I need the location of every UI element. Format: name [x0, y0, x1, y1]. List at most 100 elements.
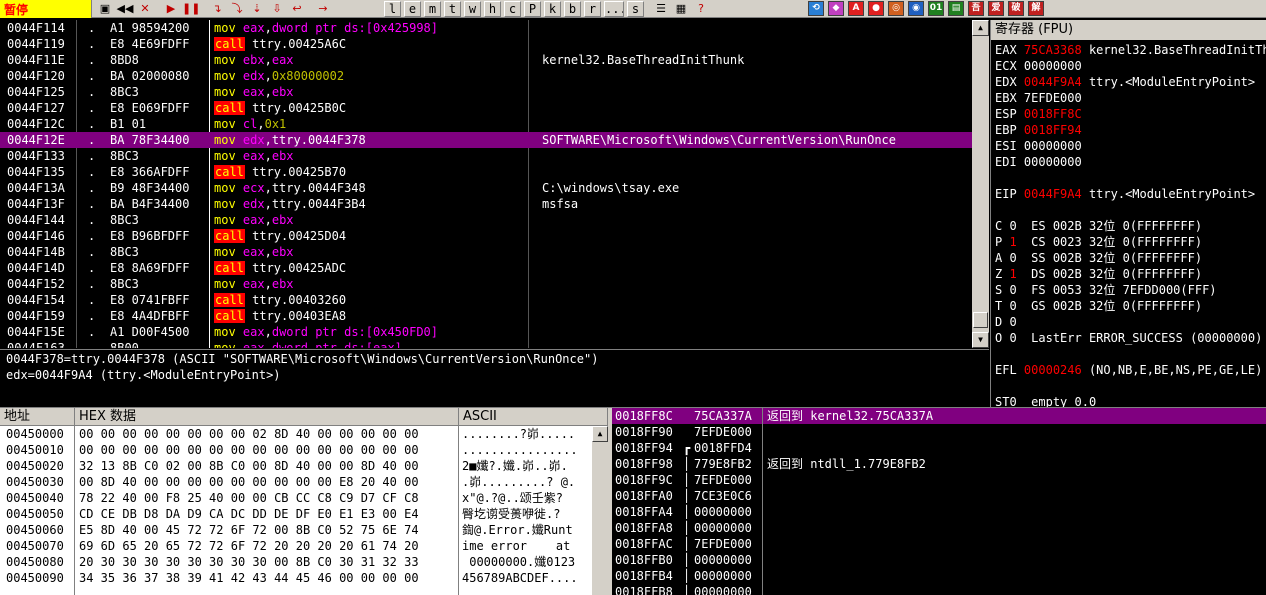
stack-row[interactable]: 0018FF94 ┏ 0018FFD4 [612, 440, 1266, 456]
disasm-row[interactable]: 0044F12E. BA 78F34400 mov edx,ttry.0044F37… [0, 132, 972, 148]
register-value[interactable]: 0044F9A4 [1024, 75, 1082, 89]
window-button-r[interactable]: r [584, 1, 601, 17]
register-value[interactable]: 00000246 [1024, 363, 1082, 377]
disasm-row[interactable]: 0044F119. E8 4E69FDFF call ttry.00425A6C [0, 36, 972, 52]
window-button-w[interactable]: w [464, 1, 481, 17]
register-row[interactable] [995, 346, 1266, 362]
a-plugin-icon[interactable]: A [848, 1, 864, 16]
window-button-c[interactable]: c [504, 1, 521, 17]
dump-header-hex[interactable]: HEX 数据 [75, 408, 459, 426]
register-row[interactable]: T 0 GS 002B 32位 0(FFFFFFFF) [995, 298, 1266, 314]
disasm-row[interactable]: 0044F127. E8 E069FDFF call ttry.00425B0C [0, 100, 972, 116]
window-button-t[interactable]: t [444, 1, 461, 17]
disasm-row[interactable]: 0044F13F. BA B4F34400 mov edx,ttry.0044F3B… [0, 196, 972, 212]
rewind-icon[interactable]: ◀◀ [116, 1, 134, 17]
register-value[interactable]: 0018FF94 [1024, 123, 1082, 137]
flag-value[interactable]: 1 [1009, 267, 1016, 281]
disassembly-pane[interactable]: 0044F114. A1 98594200 mov eax,dword ptr ds… [0, 20, 972, 348]
stack-pane[interactable]: 0018FF8C 75CA337A 返回到 kernel32.75CA337A 001… [612, 408, 1266, 595]
disassembly-scrollbar[interactable]: ▲ ▼ [972, 20, 989, 348]
stack-row[interactable]: 0018FFA8 │ 00000000 [612, 520, 1266, 536]
register-row[interactable]: ECX 00000000 [995, 58, 1266, 74]
grid-icon[interactable]: ▦ [672, 1, 690, 17]
window-button-more[interactable]: ... [604, 1, 624, 17]
window-button-b[interactable]: b [564, 1, 581, 17]
dump-row[interactable]: 00450090 34 35 36 37 38 39 41 42 43 44 45… [0, 570, 592, 586]
register-row[interactable]: EDX 0044F9A4 ttry.<ModuleEntryPoint> [995, 74, 1266, 90]
register-row[interactable]: EFL 00000246 (NO,NB,E,BE,NS,PE,GE,LE) [995, 362, 1266, 378]
disasm-row[interactable]: 0044F159. E8 4A4DFBFF call ttry.00403EA8 [0, 308, 972, 324]
window-button-e[interactable]: e [404, 1, 421, 17]
registers-pane[interactable]: 寄存器 (FPU) EAX 75CA3368 kernel32.BaseThre… [990, 20, 1266, 407]
help-icon[interactable]: ? [692, 1, 710, 17]
register-row[interactable]: ST0 empty 0.0 [995, 394, 1266, 407]
disasm-row[interactable]: 0044F14D. E8 8A69FDFF call ttry.00425ADC [0, 260, 972, 276]
register-row[interactable]: D 0 [995, 314, 1266, 330]
disasm-row[interactable]: 0044F135. E8 366AFDFF call ttry.00425B70 [0, 164, 972, 180]
shield-plugin-icon[interactable]: ◆ [828, 1, 844, 16]
stack-row[interactable]: 0018FFA4 │ 00000000 [612, 504, 1266, 520]
window-button-k[interactable]: k [544, 1, 561, 17]
execute-till-return-icon[interactable]: ↩ [288, 1, 306, 17]
stack-row[interactable]: 0018FFAC │ 7EFDE000 [612, 536, 1266, 552]
window-button-m[interactable]: m [424, 1, 441, 17]
target-plugin-icon[interactable]: ◎ [888, 1, 904, 16]
dump-row[interactable]: 00450020 32 13 8B C0 02 00 8B C0 00 8D 40… [0, 458, 592, 474]
disasm-row[interactable]: 0044F13A. B9 48F34400 mov ecx,ttry.0044F34… [0, 180, 972, 196]
register-row[interactable]: EDI 00000000 [995, 154, 1266, 170]
window-button-l[interactable]: l [384, 1, 401, 17]
disasm-row[interactable]: 0044F114. A1 98594200 mov eax,dword ptr ds… [0, 20, 972, 36]
window-button-P[interactable]: P [524, 1, 541, 17]
disasm-row[interactable]: 0044F120. BA 02000080 mov edx,0x80000002 [0, 68, 972, 84]
memory-dump-pane[interactable]: 地址 HEX 数据 ASCII 00450000 00 00 00 00 00 0… [0, 408, 608, 595]
trace-over-icon[interactable]: ⇩ [268, 1, 286, 17]
register-row[interactable]: A 0 SS 002B 32位 0(FFFFFFFF) [995, 250, 1266, 266]
stack-row[interactable]: 0018FFB0 │ 00000000 [612, 552, 1266, 568]
disasm-row[interactable]: 0044F133. 8BC3 mov eax,ebx [0, 148, 972, 164]
stack-row[interactable]: 0018FFA0 │ 7CE3E0C6 [612, 488, 1266, 504]
dump-row[interactable]: 00450000 00 00 00 00 00 00 00 00 02 8D 40… [0, 426, 592, 442]
scroll-up-arrow-icon[interactable]: ▲ [972, 20, 989, 36]
register-row[interactable]: EIP 0044F9A4 ttry.<ModuleEntryPoint> [995, 186, 1266, 202]
stack-row[interactable]: 0018FF8C 75CA337A 返回到 kernel32.75CA337A [612, 408, 1266, 424]
register-row[interactable]: EBX 7EFDE000 [995, 90, 1266, 106]
register-value[interactable]: 7EFDE000 [1024, 91, 1082, 105]
flag-value[interactable]: 1 [1009, 235, 1016, 249]
register-value[interactable]: 00000000 [1024, 59, 1082, 73]
dump-row[interactable]: 00450030 00 8D 40 00 00 00 00 00 00 00 00… [0, 474, 592, 490]
trace-into-icon[interactable]: ⇣ [248, 1, 266, 17]
open-icon[interactable]: ▣ [96, 1, 114, 17]
dump-row[interactable]: 00450050 CD CE DB D8 DA D9 CA DC DD DE DF… [0, 506, 592, 522]
scroll-up-arrow-icon[interactable]: ▲ [592, 426, 608, 442]
disasm-row[interactable]: 0044F125. 8BC3 mov eax,ebx [0, 84, 972, 100]
disasm-row[interactable]: 0044F14B. 8BC3 mov eax,ebx [0, 244, 972, 260]
register-row[interactable]: Z 1 DS 002B 32位 0(FFFFFFFF) [995, 266, 1266, 282]
register-value[interactable]: 00000000 [1024, 139, 1082, 153]
disasm-row[interactable]: 0044F11E. 8BD8 mov ebx,eax kernel32.BaseThr… [0, 52, 972, 68]
register-row[interactable]: S 0 FS 0053 32位 7EFDD000(FFF) [995, 282, 1266, 298]
disasm-row[interactable]: 0044F163. 8B00 mov eax,dword ptr ds:[eax] [0, 340, 972, 348]
stack-row[interactable]: 0018FF90 7EFDE000 [612, 424, 1266, 440]
list-icon[interactable]: ☰ [652, 1, 670, 17]
register-row[interactable]: EAX 75CA3368 kernel32.BaseThreadInitThun… [995, 42, 1266, 58]
register-value[interactable]: 0018FF8C [1024, 107, 1082, 121]
globe-plugin-icon[interactable]: ◉ [908, 1, 924, 16]
register-row[interactable]: C 0 ES 002B 32位 0(FFFFFFFF) [995, 218, 1266, 234]
step-into-icon[interactable]: ↴ [208, 1, 226, 17]
binary-plugin-icon[interactable]: 01 [928, 1, 944, 16]
register-value[interactable]: 00000000 [1024, 155, 1082, 169]
disasm-row[interactable]: 0044F154. E8 0741FBFF call ttry.00403260 [0, 292, 972, 308]
pause-icon[interactable]: ❚❚ [182, 1, 200, 17]
scroll-thumb[interactable] [973, 312, 988, 328]
ai-plugin-icon[interactable]: 爱 [988, 1, 1004, 16]
po-plugin-icon[interactable]: 破 [1008, 1, 1024, 16]
run-icon[interactable]: ▶ [162, 1, 180, 17]
register-row[interactable]: EBP 0018FF94 [995, 122, 1266, 138]
register-row[interactable]: O 0 LastErr ERROR_SUCCESS (00000000) [995, 330, 1266, 346]
register-row[interactable] [995, 202, 1266, 218]
register-row[interactable]: ESP 0018FF8C [995, 106, 1266, 122]
stack-row[interactable]: 0018FFB4 │ 00000000 [612, 568, 1266, 584]
goto-icon[interactable]: → [314, 1, 332, 17]
disasm-row[interactable]: 0044F152. 8BC3 mov eax,ebx [0, 276, 972, 292]
registers-title[interactable]: 寄存器 (FPU) [991, 20, 1266, 40]
